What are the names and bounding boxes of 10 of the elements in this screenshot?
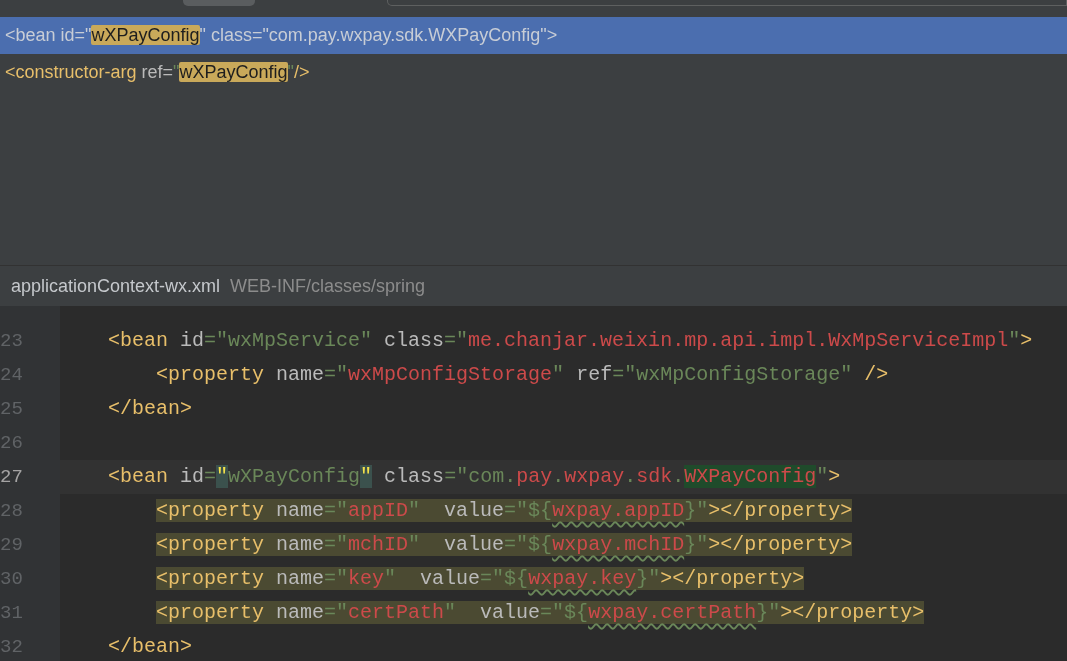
code-line: <bean id="wXPayConfig" class="com.pay.wxpay.sdk.WXPayConfig"> [107, 464, 841, 490]
file-path: WEB-INF/classes/spring [230, 274, 426, 298]
file-name: applicationContext-wx.xml [11, 274, 221, 298]
code-line: <property name="wxMpConfigStorage" ref="wxMpConfigStorage" /> [155, 362, 889, 388]
line-number: 27 [0, 466, 23, 488]
code-line: </bean> [107, 634, 192, 660]
tab-handle[interactable] [183, 0, 255, 6]
usage-item[interactable]: <constructor-arg ref="wXPayConfig"/> [0, 54, 1067, 91]
code-line: <bean id="wxMpService" class="me.chanjar.weixin.mp.api.impl.WxMpServiceImpl"> [107, 328, 1033, 354]
code-line: </bean> [107, 396, 192, 422]
